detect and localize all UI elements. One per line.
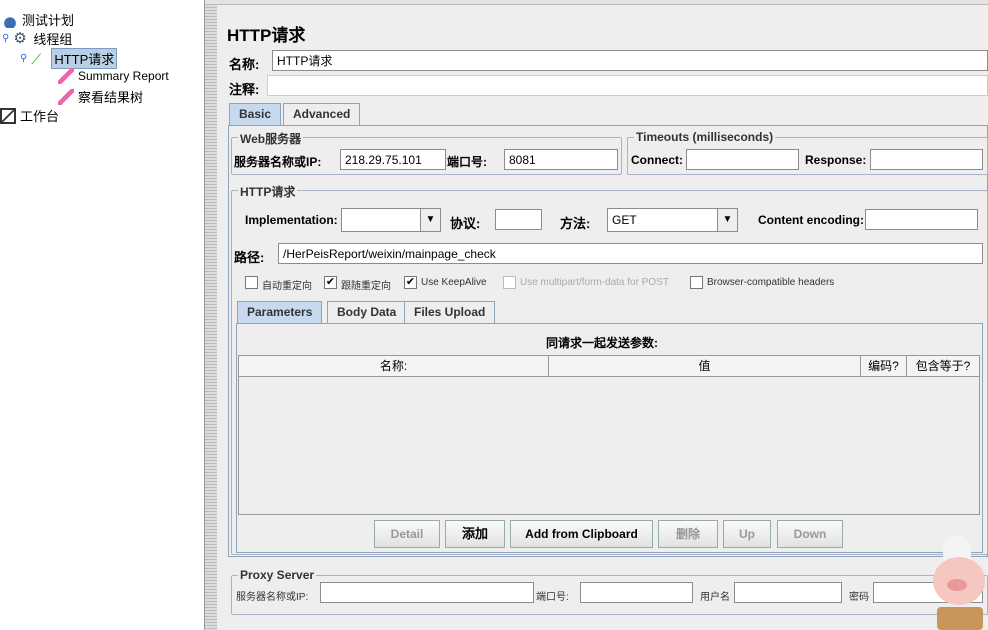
path-input[interactable] — [278, 243, 983, 264]
add-from-clipboard-button[interactable]: Add from Clipboard — [510, 520, 653, 548]
chart-icon — [58, 68, 74, 84]
table-header: 名称: 值 编码? 包含等于? — [239, 356, 979, 377]
tab-advanced[interactable]: Advanced — [283, 103, 361, 125]
comment-input[interactable] — [267, 75, 988, 96]
tree-item-http-request[interactable]: ⚲ ⟋ HTTP请求 — [20, 48, 118, 69]
proxy-user-input[interactable] — [734, 582, 842, 603]
tab-basic[interactable]: Basic — [229, 103, 282, 125]
implementation-label: Implementation: — [245, 213, 338, 227]
server-label: 服务器名称或IP: — [234, 155, 322, 169]
name-input[interactable] — [272, 50, 988, 71]
chevron-down-icon: ▼ — [420, 209, 440, 231]
detail-button[interactable]: Detail — [374, 520, 440, 548]
chevron-down-icon: ▼ — [717, 209, 737, 231]
name-label: 名称: — [229, 57, 260, 72]
protocol-label: 协议: — [450, 216, 481, 231]
proxy-server-input[interactable] — [320, 582, 534, 603]
comment-label: 注释: — [229, 82, 260, 97]
response-label: Response: — [805, 153, 867, 167]
server-input[interactable] — [340, 149, 446, 170]
browser-headers-label: Browser-compatible headers — [707, 277, 835, 288]
test-plan-icon — [2, 11, 18, 28]
parameters-table[interactable]: 名称: 值 编码? 包含等于? — [238, 355, 980, 515]
multipart-checkbox[interactable] — [503, 276, 516, 289]
keepalive-checkbox[interactable]: ✔ — [404, 276, 417, 289]
proxy-password-label: 密码 — [849, 592, 869, 603]
http-request-panel: HTTP请求 名称: 注释: Basic Advanced Web服务器 服务器… — [217, 5, 988, 630]
tab-files-upload[interactable]: Files Upload — [404, 301, 496, 323]
auto-redirect-checkbox[interactable] — [245, 276, 258, 289]
multipart-label: Use multipart/form-data for POST — [520, 277, 669, 288]
pig-mascot-sticker — [925, 535, 988, 630]
response-input[interactable] — [870, 149, 983, 170]
column-header-name[interactable]: 名称: — [239, 356, 549, 376]
test-tree: 测试计划 ⚲ ⚙ 线程组 ⚲ ⟋ HTTP请求 Summary Report 察看结果树… — [0, 0, 205, 630]
proxy-user-label: 用户名 — [700, 592, 730, 603]
column-header-include-equals[interactable]: 包含等于? — [907, 356, 979, 376]
proxy-port-input[interactable] — [580, 582, 693, 603]
tree-item-thread-group[interactable]: ⚲ ⚙ 线程组 — [2, 29, 72, 48]
tree-handle-icon: ⚲ — [2, 33, 10, 44]
page-title: HTTP请求 — [227, 26, 306, 45]
content-encoding-input[interactable] — [865, 209, 978, 230]
browser-headers-checkbox[interactable] — [690, 276, 703, 289]
column-header-value[interactable]: 值 — [549, 356, 861, 376]
auto-redirect-label: 自动重定向 — [262, 281, 312, 292]
port-label: 端口号: — [447, 155, 487, 169]
follow-redirect-label: 跟随重定向 — [341, 281, 391, 292]
splitter-handle[interactable] — [205, 5, 217, 630]
tab-parameters[interactable]: Parameters — [237, 301, 323, 323]
content-encoding-label: Content encoding: — [758, 213, 864, 227]
column-header-encode[interactable]: 编码? — [861, 356, 907, 376]
down-button[interactable]: Down — [777, 520, 843, 548]
pipette-icon: ⟋ — [31, 50, 42, 67]
proxy-server-label: 服务器名称或IP: — [236, 592, 309, 603]
chart-icon — [58, 88, 74, 105]
tab-body-data[interactable]: Body Data — [327, 301, 407, 323]
connect-label: Connect: — [631, 153, 683, 167]
tree-handle-icon: ⚲ — [20, 53, 28, 64]
tree-item-summary-report[interactable]: Summary Report — [58, 68, 169, 84]
tree-item-result-tree[interactable]: 察看结果树 — [58, 87, 143, 106]
follow-redirect-checkbox[interactable]: ✔ — [324, 276, 337, 289]
path-label: 路径: — [234, 250, 265, 265]
proxy-port-label: 端口号: — [536, 592, 569, 603]
up-button[interactable]: Up — [723, 520, 771, 548]
tree-item-test-plan[interactable]: 测试计划 — [2, 10, 74, 29]
delete-button[interactable]: 删除 — [658, 520, 718, 548]
port-input[interactable] — [504, 149, 618, 170]
keepalive-label: Use KeepAlive — [421, 277, 487, 288]
gear-icon: ⚙ — [13, 29, 27, 47]
method-label: 方法: — [560, 216, 591, 231]
method-select[interactable]: GET ▼ — [607, 208, 738, 232]
tree-item-workbench[interactable]: 工作台 — [0, 106, 59, 125]
workbench-icon — [0, 107, 16, 124]
protocol-input[interactable] — [495, 209, 542, 230]
implementation-select[interactable]: ▼ — [341, 208, 441, 232]
add-button[interactable]: 添加 — [445, 520, 505, 548]
parameters-title: 同请求一起发送参数: — [546, 336, 658, 350]
connect-input[interactable] — [686, 149, 799, 170]
